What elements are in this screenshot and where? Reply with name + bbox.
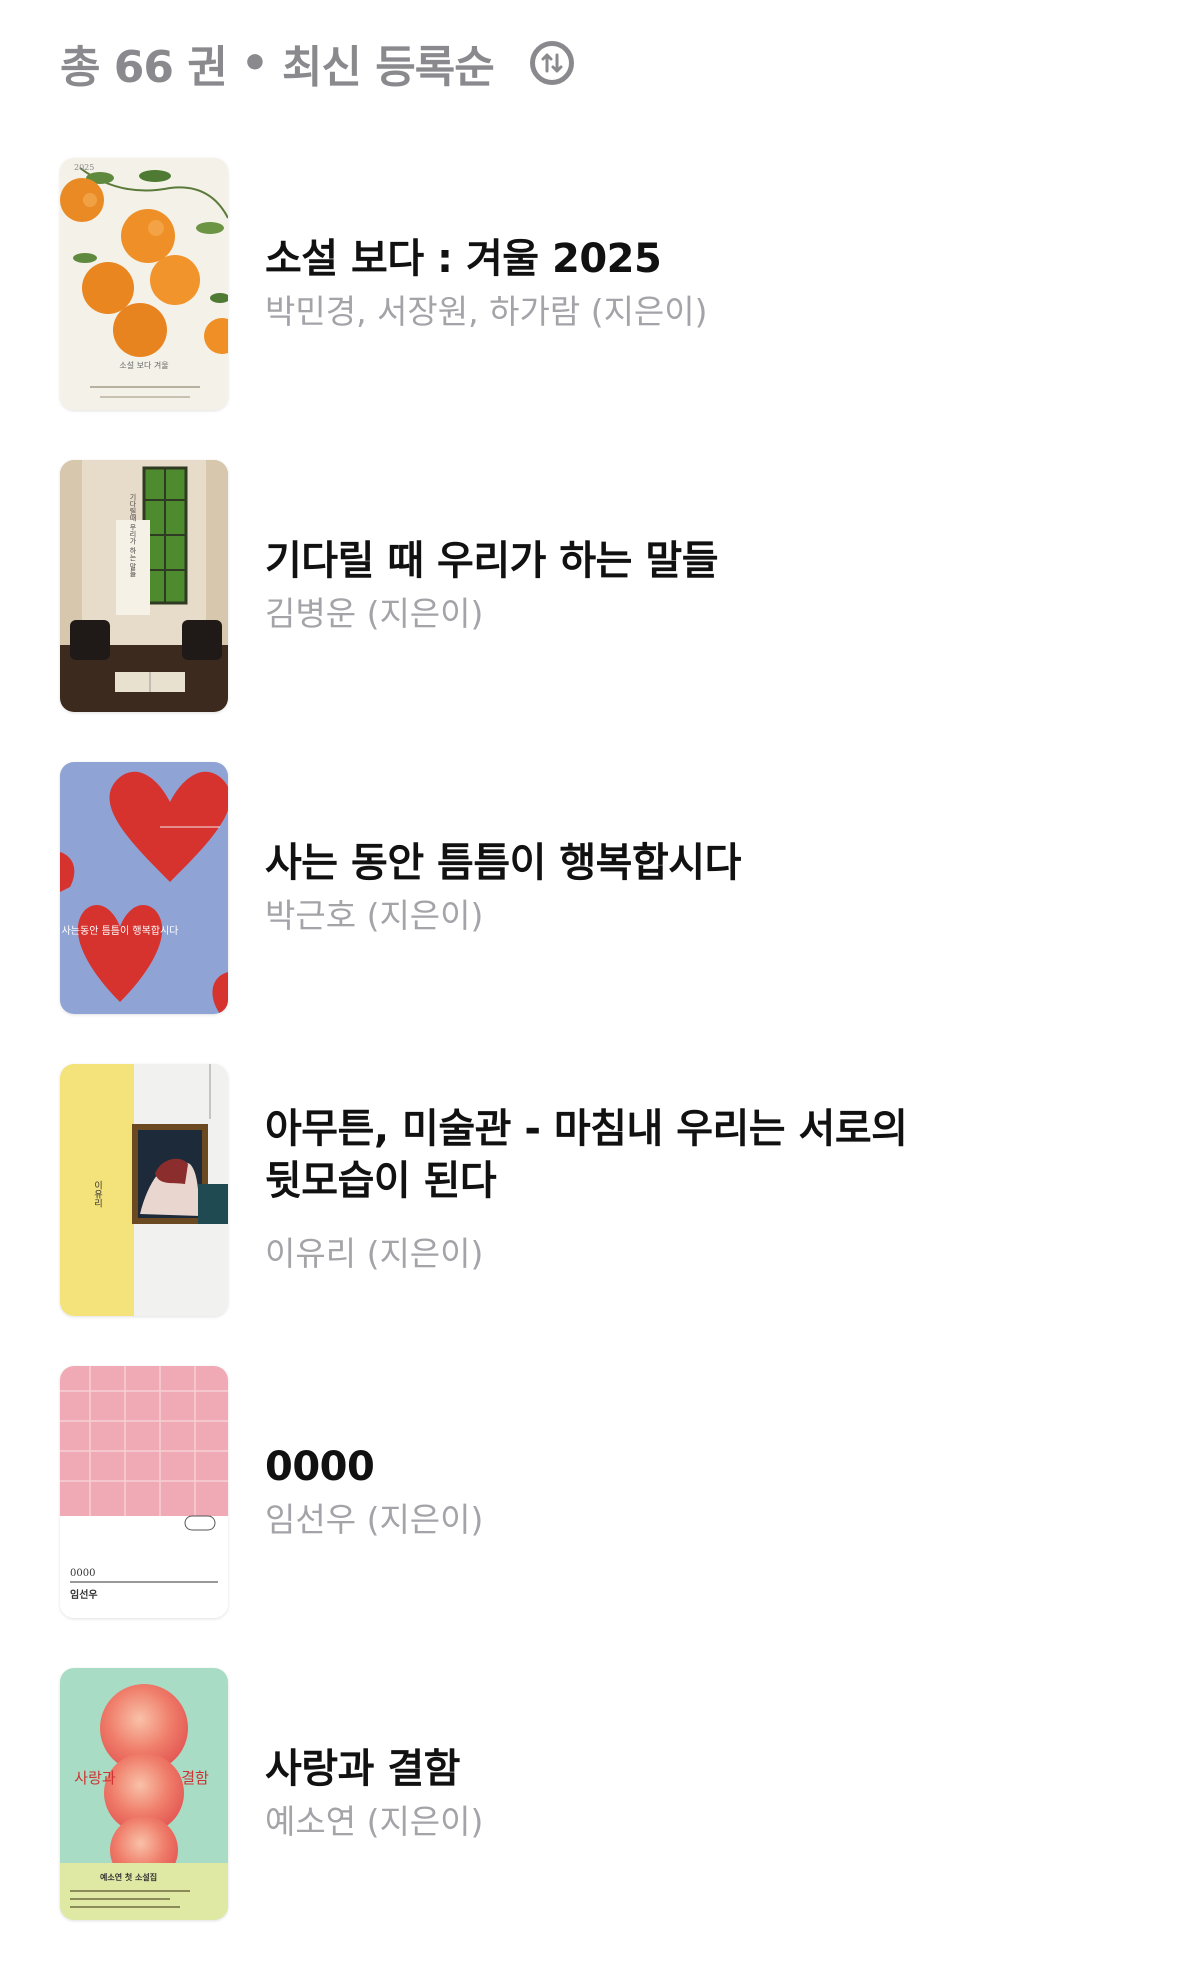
list-header: 총 66 권 • 최신 등록순 [60,28,574,98]
cover-year-text: 2025 [74,163,94,172]
book-item[interactable]: 2025 소설 보다 겨울 소설 보다 : 겨울 2025 박민경, 서장원, … [0,158,1179,460]
book-cover-image: 사랑과 결함 예소연 첫 소설집 [60,1668,228,1920]
sort-arrows-icon [541,53,563,73]
header-separator: • [240,37,269,89]
book-title[interactable]: 기다릴 때 우리가 하는 말들 [265,535,945,587]
book-cover-image: 기다릴때 우리가 하는 말들 [60,460,228,712]
book-title[interactable]: 사랑과 결함 [265,1743,945,1795]
book-author: 이유리 (지은이) [265,1234,484,1273]
book-cover-image: 사는동안 틈틈이 행복합시다 [60,762,228,1014]
book-author: 김병운 (지은이) [265,594,484,633]
book-author: 예소연 (지은이) [265,1802,484,1841]
cover-subtitle-text: 예소연 첫 소설집 [100,1872,157,1882]
book-title[interactable]: 소설 보다 : 겨울 2025 [265,233,945,285]
cover-author-text: 임선우 [70,1588,98,1601]
book-cover-image: 이유리 [60,1064,228,1316]
cover-title-text: 소설 보다 겨울 [119,360,168,370]
book-item[interactable]: 0000 임선우 0000 임선우 (지은이) [0,1366,1179,1668]
book-count: 총 66 권 [60,42,228,93]
sort-label[interactable]: 최신 등록순 [282,31,495,95]
book-info: 0000 임선우 (지은이) [265,1366,945,1618]
book-item[interactable]: 이유리 아무튼, 미술관 - 마침내 우리는 서로의 뒷모습이 된다 이유리 (… [0,1064,1179,1366]
book-info: 기다릴 때 우리가 하는 말들 김병운 (지은이) [265,460,945,712]
book-info: 사는 동안 틈틈이 행복합시다 박근호 (지은이) [265,762,945,1014]
book-item[interactable]: 사는동안 틈틈이 행복합시다 사는 동안 틈틈이 행복합시다 박근호 (지은이) [0,762,1179,1064]
cover-title-text: 사랑과 [74,1769,116,1787]
book-author: 박근호 (지은이) [265,896,484,935]
book-author: 임선우 (지은이) [265,1500,484,1539]
book-title[interactable]: 아무튼, 미술관 - 마침내 우리는 서로의 뒷모습이 된다 [265,1103,945,1207]
book-info: 아무튼, 미술관 - 마침내 우리는 서로의 뒷모습이 된다 이유리 (지은이) [265,1064,945,1316]
book-item[interactable]: 사랑과 결함 예소연 첫 소설집 사랑과 결함 예소연 (지은이) [0,1668,1179,1970]
book-title[interactable]: 사는 동안 틈틈이 행복합시다 [265,837,945,889]
book-author: 박민경, 서장원, 하가람 (지은이) [265,292,708,331]
cover-title-text: 결함 [181,1769,209,1787]
book-info: 소설 보다 : 겨울 2025 박민경, 서장원, 하가람 (지은이) [265,158,945,410]
book-title[interactable]: 0000 [265,1441,945,1493]
book-info: 사랑과 결함 예소연 (지은이) [265,1668,945,1920]
cover-title-text: 사는동안 틈틈이 행복합시다 [62,925,179,937]
book-item[interactable]: 기다릴때 우리가 하는 말들 기다릴 때 우리가 하는 말들 김병운 (지은이) [0,460,1179,762]
book-list: 2025 소설 보다 겨울 소설 보다 : 겨울 2025 박민경, 서장원, … [0,158,1179,1970]
cover-author-text: 이유리 [92,1180,102,1208]
cover-title-text: 기다릴때 우리가 하는 말들 [129,492,137,577]
book-cover-image: 0000 임선우 [60,1366,228,1618]
cover-title-text: 0000 [70,1568,95,1579]
sort-toggle-button[interactable] [529,41,574,85]
book-cover-image: 2025 소설 보다 겨울 [60,158,228,410]
